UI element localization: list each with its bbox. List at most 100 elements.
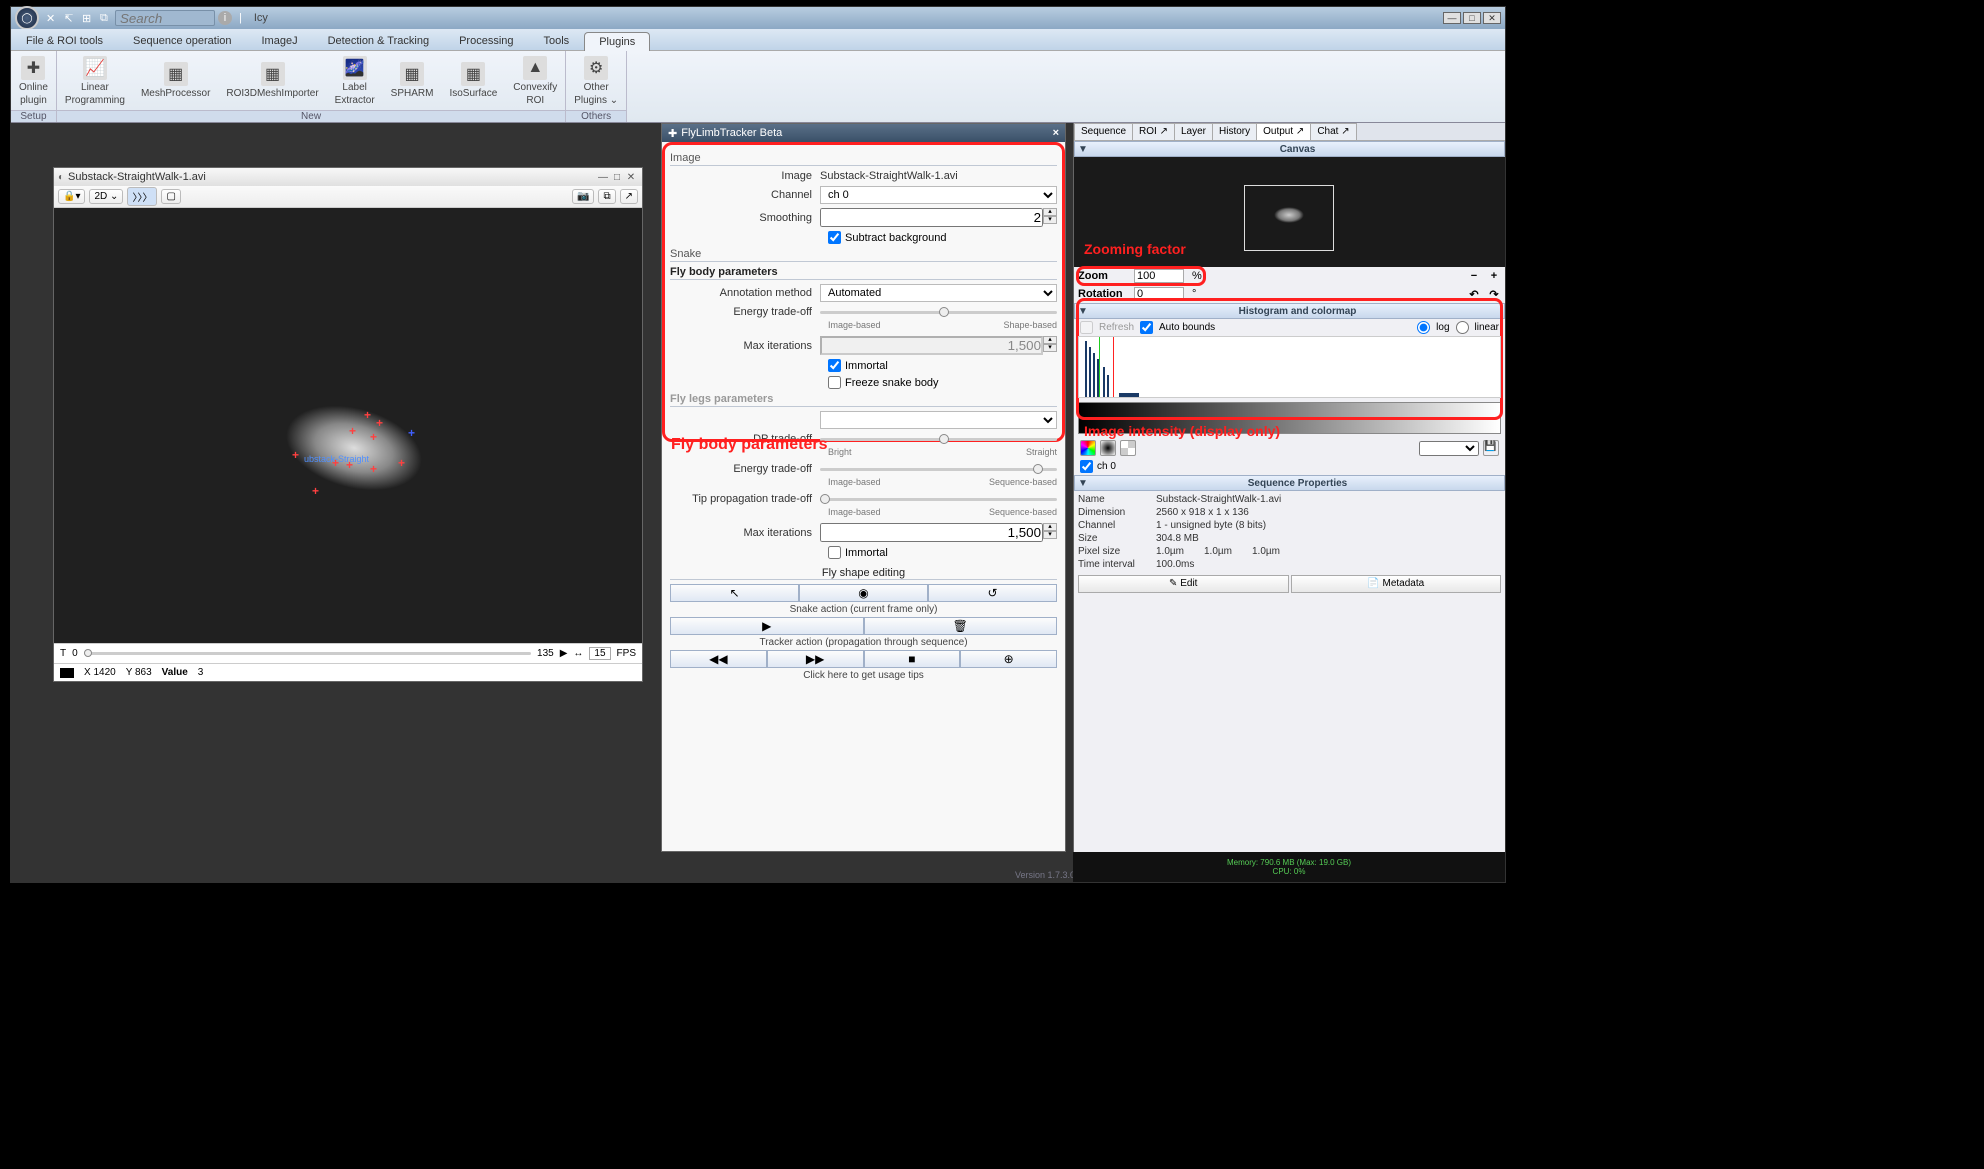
collapse-icon[interactable]: ▼ <box>1075 144 1091 155</box>
undo-button[interactable]: ↺ <box>928 584 1057 602</box>
ribbon-item-linear-programming[interactable]: 📈LinearProgramming <box>57 51 133 110</box>
crop-button[interactable]: ▢ <box>161 189 180 204</box>
maxiter2-input[interactable] <box>820 523 1043 542</box>
energy2-slider[interactable] <box>820 468 1057 471</box>
zoom-input[interactable] <box>1134 269 1184 283</box>
spin-down-icon[interactable]: ▾ <box>1043 216 1057 224</box>
right-tab-chat[interactable]: Chat ↗ <box>1310 123 1356 140</box>
save-icon[interactable]: 💾 <box>1483 440 1499 456</box>
wrench-icon[interactable]: ✕ <box>46 12 58 24</box>
ribbon-item-isosurface[interactable]: ▦IsoSurface <box>441 51 505 110</box>
play-button[interactable]: ▶ <box>670 617 864 635</box>
ch0-checkbox[interactable] <box>1080 460 1093 473</box>
view-mode-select[interactable]: 2D ⌄ <box>89 189 123 204</box>
layers-icon[interactable]: ⧉ <box>100 12 112 24</box>
stop-button[interactable]: ■ <box>864 650 961 668</box>
grid-icon[interactable]: ⊞ <box>82 12 94 24</box>
editing-heading: Fly shape editing <box>670 567 1057 580</box>
tips-link[interactable]: Click here to get usage tips <box>670 670 1057 681</box>
viewer-min-icon[interactable]: — <box>596 172 610 183</box>
ribbon-tab-file-roi-tools[interactable]: File & ROI tools <box>11 31 118 50</box>
checker-icon[interactable] <box>1120 440 1136 456</box>
immortal-checkbox[interactable] <box>828 359 841 372</box>
energy-label: Energy trade-off <box>670 306 820 318</box>
autobounds-checkbox[interactable] <box>1140 321 1153 334</box>
pointer-button[interactable]: ↖ <box>670 584 799 602</box>
metadata-button[interactable]: 📄 Metadata <box>1291 575 1502 593</box>
legs-select[interactable] <box>820 411 1057 429</box>
target-button[interactable]: ⊕ <box>960 650 1057 668</box>
select-icon[interactable]: ↸ <box>64 12 76 24</box>
right-tab-layer[interactable]: Layer <box>1174 123 1213 140</box>
layers-button[interactable]: 〉〉〉 <box>127 187 157 206</box>
grayscale-icon[interactable] <box>1100 440 1116 456</box>
right-tab-history[interactable]: History <box>1212 123 1257 140</box>
minimize-button[interactable]: — <box>1443 12 1461 24</box>
ribbon-item-online-plugin[interactable]: ✚Onlineplugin <box>11 51 56 110</box>
smoothing-input[interactable] <box>820 208 1043 227</box>
ribbon-item-spharm[interactable]: ▦SPHARM <box>383 51 442 110</box>
ribbon-item-meshprocessor[interactable]: ▦MeshProcessor <box>133 51 218 110</box>
minimap[interactable] <box>1074 157 1505 267</box>
snapshot-button[interactable]: ◉ <box>799 584 928 602</box>
loop-button[interactable]: ↔ <box>573 648 583 659</box>
rewind-button[interactable]: ◀◀ <box>670 650 767 668</box>
ribbon-tab-imagej[interactable]: ImageJ <box>247 31 313 50</box>
viewer-close-icon[interactable]: ✕ <box>624 172 638 183</box>
ribbon-item-label-extractor[interactable]: 🌌LabelExtractor <box>327 51 383 110</box>
time-slider[interactable] <box>84 652 531 655</box>
maxiter-label: Max iterations <box>670 340 820 352</box>
linear-radio[interactable] <box>1456 321 1469 334</box>
zoom-in-button[interactable]: + <box>1487 270 1501 282</box>
plugin-close-button[interactable]: × <box>1053 127 1059 139</box>
viewer-max-icon[interactable]: □ <box>610 172 624 183</box>
freeze-checkbox[interactable] <box>828 376 841 389</box>
ribbon-tab-sequence-operation[interactable]: Sequence operation <box>118 31 246 50</box>
edit-button[interactable]: ✎ Edit <box>1078 575 1289 593</box>
lock-button[interactable]: 🔒▾ <box>58 189 85 204</box>
spin-up-icon[interactable]: ▴ <box>1043 208 1057 216</box>
right-tab-output[interactable]: Output ↗ <box>1256 123 1311 140</box>
colormap[interactable] <box>1078 402 1501 434</box>
close-button[interactable]: ✕ <box>1483 12 1501 24</box>
maximize-button[interactable]: □ <box>1463 12 1481 24</box>
rotate-ccw-button[interactable]: ↶ <box>1467 288 1481 301</box>
ribbon-tab-plugins[interactable]: Plugins <box>584 32 650 51</box>
ribbon-item-roi-dmeshimporter[interactable]: ▦ROI3DMeshImporter <box>218 51 326 110</box>
zoom-out-button[interactable]: − <box>1467 270 1481 282</box>
immortal2-checkbox[interactable] <box>828 546 841 559</box>
play-button[interactable]: ▶ <box>560 648 568 659</box>
right-tab-sequence[interactable]: Sequence <box>1074 123 1133 140</box>
ribbon-item-convexify-roi[interactable]: ▲ConvexifyROI <box>505 51 565 110</box>
log-radio[interactable] <box>1417 321 1430 334</box>
right-panel: SequenceROI ↗LayerHistoryOutput ↗Chat ↗ … <box>1073 123 1505 882</box>
energy-slider[interactable] <box>820 311 1057 314</box>
ribbon-tab-processing[interactable]: Processing <box>444 31 528 50</box>
screenshot-button[interactable]: 📷 <box>572 189 594 204</box>
smoothing-label: Smoothing <box>670 212 820 224</box>
fastfwd-button[interactable]: ▶▶ <box>767 650 864 668</box>
right-tab-roi[interactable]: ROI ↗ <box>1132 123 1175 140</box>
search-input[interactable] <box>115 10 215 26</box>
detach-button[interactable]: ↗ <box>620 189 638 204</box>
rotate-cw-button[interactable]: ↷ <box>1487 288 1501 301</box>
channel-select[interactable]: ch 0 <box>820 186 1057 204</box>
tip-slider[interactable] <box>820 498 1057 501</box>
ribbon-tab-detection-tracking[interactable]: Detection & Tracking <box>313 31 445 50</box>
subtract-bg-checkbox[interactable] <box>828 231 841 244</box>
annotation-select[interactable]: Automated <box>820 284 1057 302</box>
histogram[interactable] <box>1078 336 1501 398</box>
ribbon-item-other-plugins-[interactable]: ⚙OtherPlugins ⌄ <box>566 51 626 110</box>
maxiter-input[interactable] <box>820 336 1043 355</box>
rotation-input[interactable] <box>1134 287 1184 301</box>
duplicate-button[interactable]: ⧉ <box>598 189 615 204</box>
ribbon-tab-tools[interactable]: Tools <box>529 31 585 50</box>
dp-slider[interactable] <box>820 438 1057 441</box>
colorwheel-icon[interactable] <box>1080 440 1096 456</box>
viewer-canvas[interactable]: + + + + + + + + + + + ubstack-Straight <box>54 208 642 643</box>
delete-button[interactable]: 🗑 <box>864 617 1058 635</box>
zoom-label: Zoom <box>1078 270 1128 282</box>
info-icon[interactable]: i <box>218 11 232 25</box>
colormap-select[interactable] <box>1419 441 1479 456</box>
fps-value[interactable]: 15 <box>589 647 610 660</box>
